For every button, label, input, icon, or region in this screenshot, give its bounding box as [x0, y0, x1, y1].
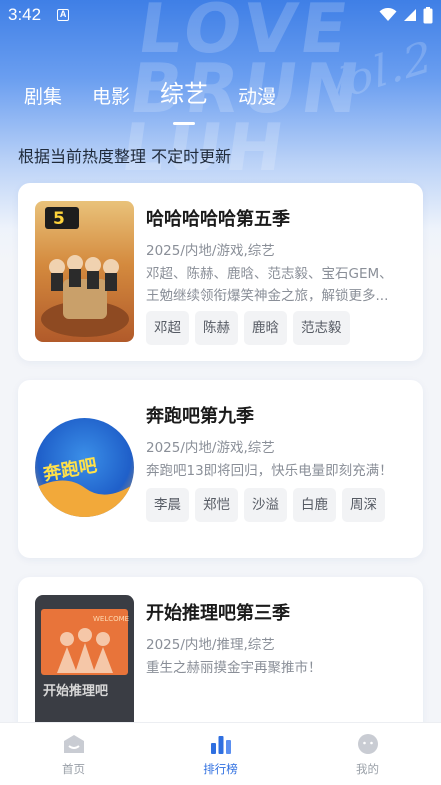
poster-image: WELCOME 开始推理吧 [35, 595, 134, 727]
list-item[interactable]: 奔跑吧 奔跑吧第九季 2025/内地/游戏,综艺 奔跑吧13即将回归，快乐电量即… [18, 380, 423, 558]
tag[interactable]: 陈赫 [195, 311, 238, 345]
wifi-icon [379, 8, 397, 21]
tag[interactable]: 李晨 [146, 488, 189, 522]
item-tags: 邓超 陈赫 鹿晗 范志毅 [146, 311, 350, 345]
notification-icon: A [57, 9, 70, 21]
signal-icon [404, 9, 416, 21]
tab-anime[interactable]: 动漫 [238, 82, 276, 109]
item-title[interactable]: 哈哈哈哈哈第五季 [146, 205, 290, 231]
list-item[interactable]: 5 哈哈哈哈哈第五季 2025/内地/游戏,综艺 邓超、陈赫、鹿晗、范志毅、宝石… [18, 183, 423, 361]
tag[interactable]: 邓超 [146, 311, 189, 345]
item-tags: 李晨 郑恺 沙溢 白鹿 周深 [146, 488, 385, 522]
poster-image: 奔跑吧 [35, 418, 134, 517]
item-title[interactable]: 奔跑吧第九季 [146, 402, 254, 428]
tag[interactable]: 郑恺 [195, 488, 238, 522]
profile-icon [357, 734, 378, 754]
bottom-navigation: 首页 排行榜 我的 [0, 722, 441, 785]
tab-variety[interactable]: 综艺 [160, 74, 208, 109]
svg-text:开始推理吧: 开始推理吧 [43, 683, 108, 699]
item-meta: 2025/内地/推理,综艺 [146, 637, 275, 653]
tag[interactable]: 白鹿 [293, 488, 336, 522]
nav-label: 我的 [356, 762, 379, 776]
home-icon [63, 735, 84, 753]
tag[interactable]: 周深 [342, 488, 385, 522]
list-item[interactable]: WELCOME 开始推理吧 开始推理吧第三季 2025/内地/推理,综艺 重生之… [18, 577, 423, 727]
item-title[interactable]: 开始推理吧第三季 [146, 599, 290, 625]
tab-movies[interactable]: 电影 [92, 82, 130, 109]
item-description: 邓超、陈赫、鹿晗、范志毅、宝石GEM、王勉继续领衔爆笑神金之旅，解锁更多... [146, 266, 393, 304]
ranking-subtitle: 根据当前热度整理 不定时更新 [18, 147, 232, 166]
poster-art: 5 [41, 207, 129, 337]
item-meta: 2025/内地/游戏,综艺 [146, 243, 275, 259]
tag[interactable]: 鹿晗 [244, 311, 287, 345]
nav-profile[interactable]: 我的 [294, 723, 441, 785]
item-description: 奔跑吧13即将回归，快乐电量即刻充满！ [146, 463, 393, 479]
poster-art: WELCOME 开始推理吧 [41, 609, 129, 699]
svg-text:WELCOME: WELCOME [93, 615, 129, 623]
tag[interactable]: 沙溢 [244, 488, 287, 522]
battery-icon [423, 6, 433, 23]
poster-art: 奔跑吧 [35, 454, 134, 517]
status-bar: 3:42 A [0, 0, 441, 30]
svg-text:奔跑吧: 奔跑吧 [41, 454, 99, 485]
category-tabs: 剧集 电影 综艺 动漫 [24, 74, 306, 109]
nav-label: 首页 [62, 762, 85, 776]
nav-ranking[interactable]: 排行榜 [147, 723, 294, 785]
svg-text:5: 5 [53, 209, 65, 229]
item-meta: 2025/内地/游戏,综艺 [146, 440, 275, 456]
poster-image: 5 [35, 201, 134, 342]
item-description: 重生之赫丽摸金宇再聚推市！ [146, 660, 322, 676]
status-time: 3:42 [8, 5, 42, 24]
ranking-icon [210, 736, 231, 754]
tab-series[interactable]: 剧集 [24, 82, 62, 109]
nav-home[interactable]: 首页 [0, 723, 147, 785]
nav-label: 排行榜 [203, 762, 238, 776]
tag[interactable]: 范志毅 [293, 311, 350, 345]
